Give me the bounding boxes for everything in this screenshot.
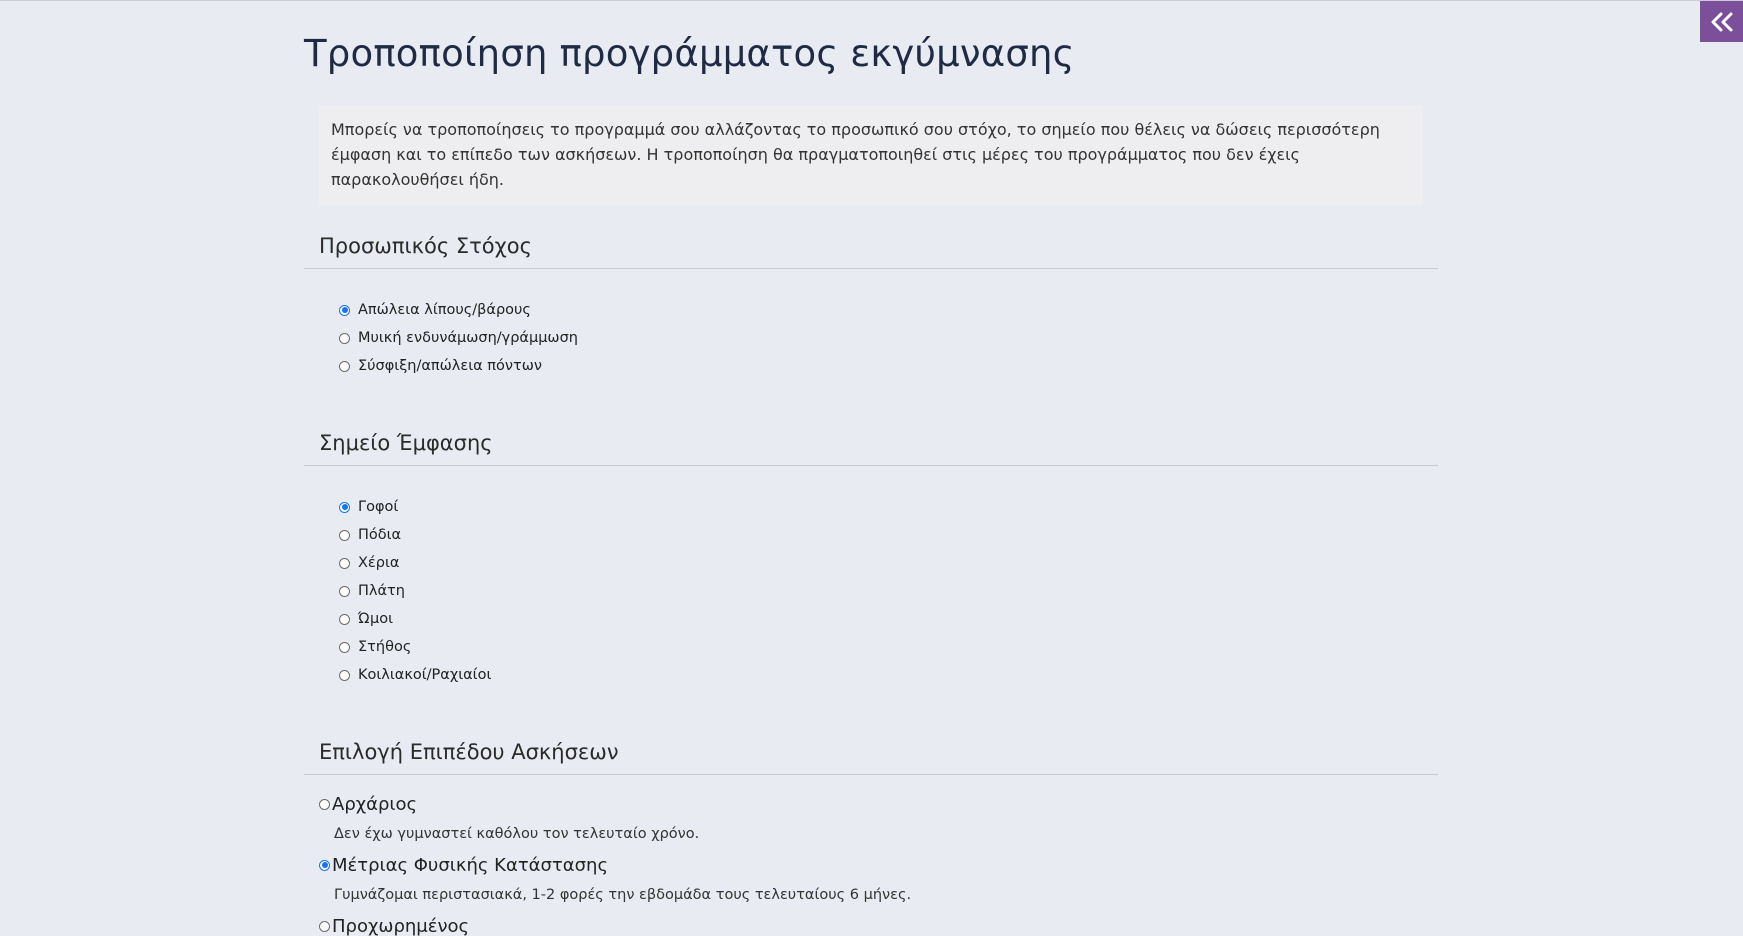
focus-option[interactable]: Ώμοι [339,605,1438,633]
focus-option[interactable]: Χέρια [339,549,1438,577]
focus-radio[interactable] [339,641,350,653]
focus-radio[interactable] [339,613,350,625]
level-radio[interactable] [319,920,330,932]
goal-radio[interactable] [339,332,350,344]
level-option-row[interactable]: Προχωρημένος [319,909,1438,936]
focus-option[interactable]: Πλάτη [339,577,1438,605]
goal-radio[interactable] [339,304,350,316]
collapse-sidebar-button[interactable] [1700,1,1743,42]
level-option: ΠροχωρημένοςΓυμνάζομαι εντατικά, 3-4 φορ… [319,909,1438,936]
focus-option-label: Χέρια [358,555,400,571]
focus-radio[interactable] [339,529,350,541]
goal-section-heading: Προσωπικός Στόχος [304,231,1438,269]
focus-radio[interactable] [339,557,350,569]
double-chevron-left-icon [1711,12,1732,31]
level-option-row[interactable]: Αρχάριος [319,787,1438,821]
goal-option-label: Σύσφιξη/απώλεια πόντων [358,358,542,374]
level-option-label: Προχωρημένος [332,915,470,936]
goal-option-label: Απώλεια λίπους/βάρους [358,302,531,318]
focus-option-label: Κοιλιακοί/Ραχιαίοι [358,667,492,683]
level-option-description: Δεν έχω γυμναστεί καθόλου τον τελευταίο … [334,826,700,842]
level-options: Αρχάριος Δεν έχω γυμναστεί καθόλου τον τε… [304,787,1438,936]
main-content: Τροποποίηση προγράμματος εκγύμνασης Μπορ… [304,1,1438,936]
goal-option[interactable]: Απώλεια λίπους/βάρους [339,296,1438,324]
focus-option-label: Ώμοι [358,611,393,627]
focus-option[interactable]: Στήθος [339,633,1438,661]
level-radio[interactable] [319,859,330,871]
focus-option[interactable]: Γοφοί [339,493,1438,521]
focus-option[interactable]: Πόδια [339,521,1438,549]
goal-options: Απώλεια λίπους/βάρους Μυική ενδυνάμωση/γρ… [304,296,1438,380]
focus-radio[interactable] [339,501,350,513]
focus-option-label: Πόδια [358,527,402,543]
goal-option[interactable]: Σύσφιξη/απώλεια πόντων [339,352,1438,380]
focus-option-label: Γοφοί [358,499,399,515]
level-option: Αρχάριος Δεν έχω γυμναστεί καθόλου τον τε… [319,787,1438,848]
page: Τροποποίηση προγράμματος εκγύμνασης Μπορ… [0,0,1743,936]
level-option-label: Αρχάριος [332,793,418,815]
level-section-heading: Επιλογή Επιπέδου Ασκήσεων [304,737,1438,775]
page-title: Τροποποίηση προγράμματος εκγύμνασης [304,32,1075,75]
goal-option-label: Μυική ενδυνάμωση/γράμμωση [358,330,578,346]
focus-radio[interactable] [339,585,350,597]
focus-radio[interactable] [339,669,350,681]
focus-option[interactable]: Κοιλιακοί/Ραχιαίοι [339,661,1438,689]
intro-text: Μπορείς να τροποποίησεις το προγραμμά σο… [319,105,1423,205]
level-radio[interactable] [319,798,330,810]
focus-options: Γοφοί Πόδια Χέρια Πλάτη Ώμοι Στήθος Κοιλιακοί/… [304,493,1438,689]
goal-option[interactable]: Μυική ενδυνάμωση/γράμμωση [339,324,1438,352]
goal-radio[interactable] [339,360,350,372]
focus-option-label: Στήθος [358,639,412,655]
level-option: Μέτριας Φυσικής Κατάστασης Γυμνάζομαι περ… [319,848,1438,909]
level-option-description: Γυμνάζομαι περιστασιακά, 1-2 φορές την ε… [334,887,912,903]
focus-option-label: Πλάτη [358,583,405,599]
focus-section-heading: Σημείο Έμφασης [304,428,1438,466]
level-option-label: Μέτριας Φυσικής Κατάστασης [332,854,609,876]
level-option-row[interactable]: Μέτριας Φυσικής Κατάστασης [319,848,1438,882]
